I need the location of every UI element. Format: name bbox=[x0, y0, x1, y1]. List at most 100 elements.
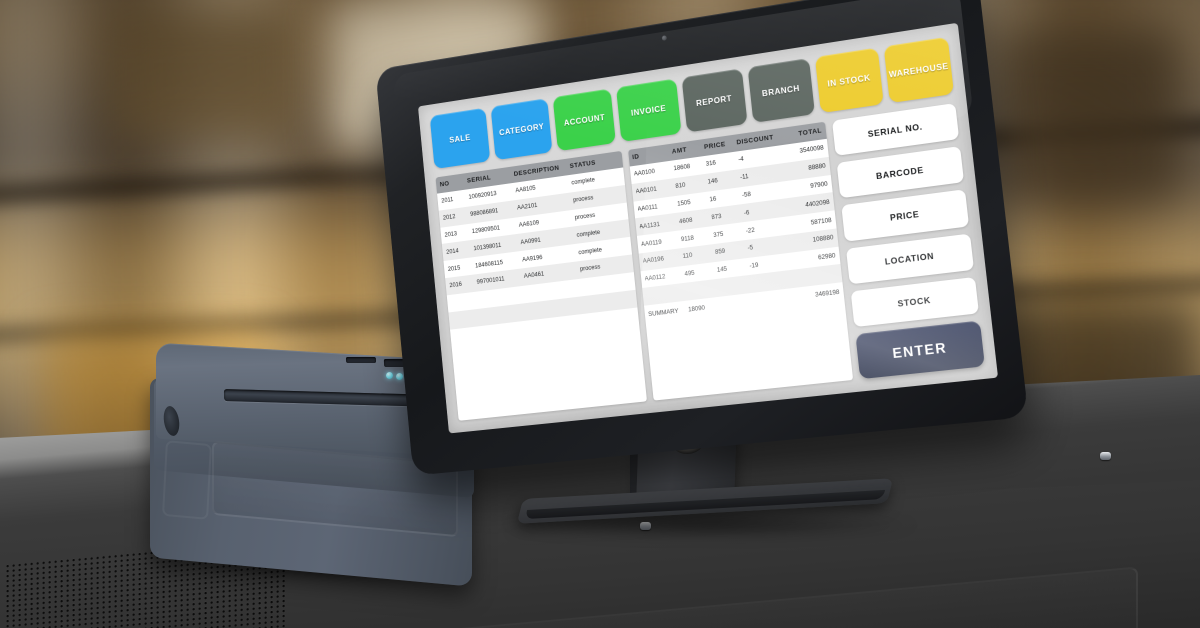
cell-id: AA1131 bbox=[638, 220, 661, 231]
cell-amt: 110 bbox=[682, 252, 693, 261]
printer-power-led-icon bbox=[386, 372, 393, 379]
nav-label-branch: BRANCH bbox=[761, 83, 801, 98]
cell-no: 2013 bbox=[444, 230, 458, 239]
nav-button-report[interactable]: REPORT bbox=[681, 68, 748, 133]
cell-description: AA0461 bbox=[523, 270, 545, 281]
cell-serial: 988086891 bbox=[469, 207, 499, 219]
nav-button-invoice[interactable]: INVOICE bbox=[616, 78, 682, 142]
cell-amt: 810 bbox=[675, 181, 686, 191]
cell-discount: -11 bbox=[739, 173, 749, 182]
cell-amt: 1505 bbox=[676, 198, 691, 208]
pos-monitor: SALE CATEGORY ACCOUNT INVOICE REPORT BRA… bbox=[375, 0, 1029, 476]
printer-card-slot-icon bbox=[345, 356, 377, 364]
summary-total: 3469198 bbox=[814, 288, 840, 299]
cell-description: AA0991 bbox=[520, 236, 542, 246]
nav-button-sale[interactable]: SALE bbox=[429, 107, 491, 170]
nav-label-warehouse: WAREHOUSE bbox=[888, 61, 950, 80]
side-label-stock: STOCK bbox=[897, 295, 932, 310]
cell-amt: 4608 bbox=[678, 216, 693, 226]
nav-button-in-stock[interactable]: IN STOCK bbox=[814, 47, 884, 114]
nav-label-account: ACCOUNT bbox=[563, 112, 606, 128]
cell-no: 2016 bbox=[449, 281, 463, 290]
cell-status: process bbox=[579, 263, 601, 274]
cell-serial: 101398011 bbox=[473, 241, 502, 252]
side-label-serial-no: SERIAL NO. bbox=[867, 120, 923, 139]
inventory-table[interactable]: NO SERIAL DESCRIPTION STATUS 2011 100920… bbox=[435, 150, 647, 421]
cell-amt: 18608 bbox=[673, 163, 691, 173]
cell-total: 88880 bbox=[808, 162, 827, 173]
side-label-barcode: BARCODE bbox=[875, 164, 925, 181]
side-label-location: LOCATION bbox=[884, 250, 935, 267]
cell-discount: -19 bbox=[749, 261, 759, 270]
cell-no: 2015 bbox=[447, 264, 461, 273]
cell-total: 108880 bbox=[812, 234, 834, 245]
cell-status: complete bbox=[576, 228, 601, 239]
cell-price: 145 bbox=[716, 265, 728, 274]
enter-button-label: ENTER bbox=[891, 339, 948, 361]
cell-status: complete bbox=[571, 176, 596, 187]
cell-status: complete bbox=[577, 245, 603, 256]
cell-price: 16 bbox=[709, 195, 717, 204]
nav-button-account[interactable]: ACCOUNT bbox=[552, 88, 617, 152]
side-button-price[interactable]: PRICE bbox=[841, 189, 970, 242]
cell-total: 97900 bbox=[809, 180, 829, 190]
nav-label-sale: SALE bbox=[448, 132, 471, 145]
summary-label: SUMMARY bbox=[647, 307, 679, 319]
cell-amt: 9118 bbox=[680, 234, 695, 243]
cell-price: 873 bbox=[711, 212, 722, 221]
cell-total: 62980 bbox=[817, 252, 836, 262]
side-button-location[interactable]: LOCATION bbox=[845, 233, 974, 285]
cell-discount: -5 bbox=[747, 244, 754, 253]
cell-discount: -22 bbox=[745, 226, 756, 235]
cell-total: 587108 bbox=[810, 216, 832, 227]
cell-id: AA0111 bbox=[637, 203, 659, 213]
cell-description: AA9196 bbox=[521, 253, 543, 263]
cell-no: 2011 bbox=[441, 196, 454, 205]
cell-total: 4402098 bbox=[805, 198, 831, 209]
cell-discount: -4 bbox=[737, 155, 745, 164]
cell-price: 146 bbox=[707, 177, 719, 186]
cell-id: AA0112 bbox=[644, 273, 666, 283]
cell-amt: 495 bbox=[684, 269, 695, 278]
cell-discount: -6 bbox=[743, 209, 750, 217]
cell-total: 3540098 bbox=[799, 144, 825, 156]
action-button-column: SERIAL NO. BARCODE PRICE LOCATION STOCK … bbox=[832, 103, 985, 380]
nav-label-category: CATEGORY bbox=[498, 121, 545, 137]
col-no: NO bbox=[439, 180, 450, 189]
cell-id: AA0119 bbox=[640, 238, 663, 248]
cell-price: 375 bbox=[712, 230, 724, 239]
cell-price: 859 bbox=[714, 248, 726, 257]
enter-button[interactable]: ENTER bbox=[855, 320, 985, 380]
side-button-stock[interactable]: STOCK bbox=[850, 276, 979, 328]
counter-screw-right bbox=[1100, 452, 1111, 460]
nav-button-category[interactable]: CATEGORY bbox=[490, 98, 553, 161]
col-serial: SERIAL bbox=[466, 174, 492, 185]
side-button-barcode[interactable]: BARCODE bbox=[836, 146, 965, 199]
printer-status-led-icon bbox=[396, 373, 403, 380]
summary-amount: 18090 bbox=[687, 304, 706, 314]
cell-status: process bbox=[572, 194, 594, 205]
nav-button-branch[interactable]: BRANCH bbox=[747, 58, 815, 123]
col-status: STATUS bbox=[569, 159, 597, 171]
cell-no: 2012 bbox=[442, 213, 456, 222]
nav-label-in-stock: IN STOCK bbox=[826, 72, 872, 89]
cell-status: process bbox=[574, 211, 596, 222]
printer-side-panel bbox=[162, 440, 212, 520]
cell-serial: 184608115 bbox=[474, 258, 504, 269]
cell-no: 2014 bbox=[445, 247, 459, 256]
col-discount: DISCOUNT bbox=[736, 134, 774, 147]
cell-discount: -58 bbox=[741, 190, 752, 199]
col-total: TOTAL bbox=[798, 127, 823, 138]
nav-label-report: REPORT bbox=[695, 93, 733, 108]
transaction-table[interactable]: ID AMT PRICE DISCOUNT TOTAL AA0100 18608… bbox=[627, 121, 854, 401]
side-label-price: PRICE bbox=[889, 208, 920, 223]
col-id: ID bbox=[631, 153, 640, 162]
cell-serial: 100920913 bbox=[468, 190, 497, 202]
cell-serial: 997001011 bbox=[476, 275, 505, 287]
cell-serial: 129809501 bbox=[471, 224, 501, 236]
cell-price: 316 bbox=[705, 159, 717, 169]
nav-button-warehouse[interactable]: WAREHOUSE bbox=[883, 36, 955, 104]
col-amt: AMT bbox=[671, 146, 688, 156]
cell-id: AA0100 bbox=[633, 168, 656, 179]
cell-id: AA0196 bbox=[642, 255, 665, 266]
